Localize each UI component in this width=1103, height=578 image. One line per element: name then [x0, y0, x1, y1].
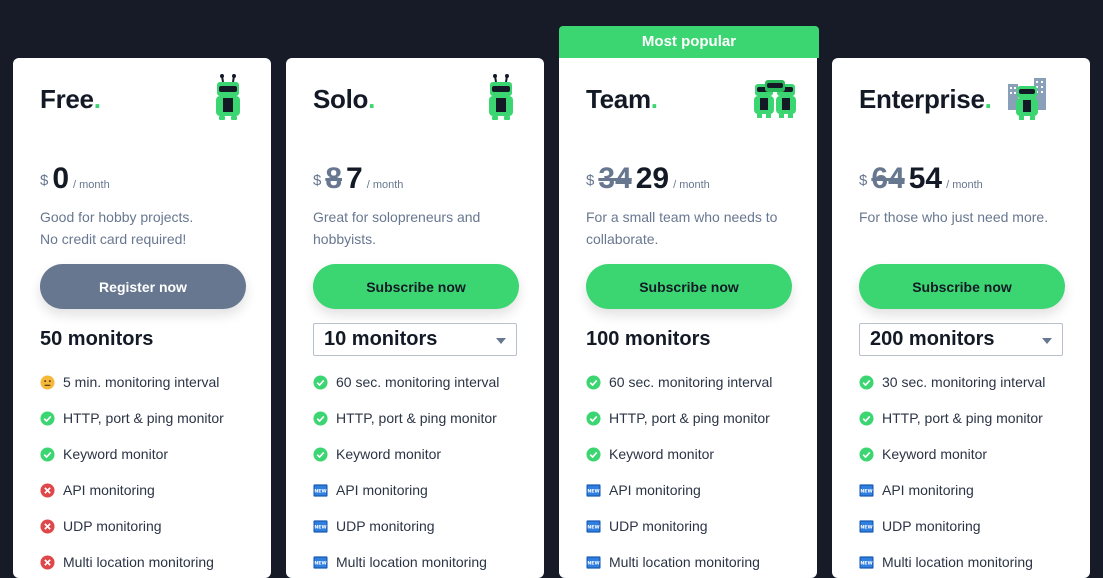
- monitors-select[interactable]: 10 monitors: [313, 323, 517, 356]
- list-item: NEW Multi location monitoring: [859, 554, 1033, 570]
- new-badge-icon: NEW: [859, 519, 874, 534]
- old-price: 8: [325, 162, 343, 195]
- list-item: HTTP, port & ping monitor: [40, 400, 224, 436]
- monitors-count: 50 monitors: [40, 328, 154, 350]
- plan-title: Solo.: [313, 84, 376, 114]
- list-item: API monitoring: [40, 472, 224, 508]
- check-icon: [313, 446, 328, 462]
- check-icon: [40, 446, 55, 462]
- subscribe-button[interactable]: Subscribe now: [859, 264, 1065, 309]
- register-button[interactable]: Register now: [40, 264, 246, 309]
- plan-title: Free.: [40, 84, 101, 114]
- robot-enterprise-icon: [1006, 74, 1048, 122]
- check-icon: [859, 446, 874, 462]
- plan-description: For those who just need more.: [859, 209, 1049, 225]
- check-icon: [859, 410, 874, 426]
- list-item: 5 min. monitoring interval: [40, 364, 224, 400]
- cross-icon: [40, 518, 55, 534]
- price: $0/ month: [40, 162, 110, 195]
- list-item: 60 sec. monitoring interval: [313, 364, 499, 400]
- svg-text:NEW: NEW: [314, 488, 326, 494]
- list-item: NEW Multi location monitoring: [313, 554, 487, 570]
- neutral-face-icon: [40, 374, 55, 390]
- list-item: UDP monitoring: [40, 508, 224, 544]
- svg-text:NEW: NEW: [314, 524, 326, 530]
- plan-card-team: Team. $34 29/ month For a small team who …: [559, 58, 817, 578]
- plan-title: Enterprise.: [859, 84, 992, 114]
- feature-list: 5 min. monitoring interval HTTP, port & …: [40, 364, 224, 578]
- list-item: NEW API monitoring: [313, 482, 428, 498]
- cross-icon: [40, 482, 55, 498]
- price: $8 7/ month: [313, 162, 404, 195]
- list-item: NEW API monitoring: [859, 482, 974, 498]
- svg-text:NEW: NEW: [860, 524, 872, 530]
- list-item: Keyword monitor: [586, 436, 772, 472]
- robot-icon: [211, 74, 245, 122]
- check-icon: [313, 410, 328, 426]
- list-item: HTTP, port & ping monitor: [586, 400, 772, 436]
- price: $64 54/ month: [859, 162, 983, 195]
- svg-text:NEW: NEW: [860, 488, 872, 494]
- check-icon: [313, 374, 328, 390]
- new-badge-icon: NEW: [586, 519, 601, 534]
- plan-card-solo: Solo. $8 7/ month Great for solopreneurs …: [286, 58, 544, 578]
- feature-list: 60 sec. monitoring interval HTTP, port &…: [313, 364, 499, 578]
- list-item: HTTP, port & ping monitor: [859, 400, 1045, 436]
- check-icon: [586, 374, 601, 390]
- plan-card-enterprise: Enterprise. $64 54/ month For those who j…: [832, 58, 1090, 578]
- list-item: 30 sec. monitoring interval: [859, 364, 1045, 400]
- plan-title: Team.: [586, 84, 658, 114]
- svg-text:NEW: NEW: [587, 560, 599, 566]
- svg-text:NEW: NEW: [587, 524, 599, 530]
- new-badge-icon: NEW: [586, 483, 601, 498]
- monitors-select[interactable]: 200 monitors: [859, 323, 1063, 356]
- robot-icon: [484, 74, 518, 122]
- caret-down-icon: [496, 338, 506, 344]
- plan-description: Good for hobby projects. No credit card …: [40, 209, 194, 247]
- subscribe-button[interactable]: Subscribe now: [586, 264, 792, 309]
- old-price: 64: [871, 162, 905, 195]
- plan-description: Great for solopreneurs and hobbyists.: [313, 209, 481, 247]
- new-badge-icon: NEW: [313, 519, 328, 534]
- new-badge-icon: NEW: [859, 483, 874, 498]
- new-badge-icon: NEW: [313, 483, 328, 498]
- svg-text:NEW: NEW: [314, 560, 326, 566]
- check-icon: [40, 410, 55, 426]
- list-item: NEW UDP monitoring: [586, 518, 708, 534]
- check-icon: [859, 374, 874, 390]
- plan-description: For a small team who needs to collaborat…: [586, 209, 778, 247]
- caret-down-icon: [1042, 338, 1052, 344]
- list-item: NEW UDP monitoring: [859, 518, 981, 534]
- old-price: 34: [598, 162, 632, 195]
- subscribe-button[interactable]: Subscribe now: [313, 264, 519, 309]
- list-item: Keyword monitor: [859, 436, 1045, 472]
- list-item: NEW Multi location monitoring: [586, 554, 760, 570]
- plan-card-free: Free. $0/ month Good for hobby projects.…: [13, 58, 271, 578]
- list-item: HTTP, port & ping monitor: [313, 400, 499, 436]
- list-item: 60 sec. monitoring interval: [586, 364, 772, 400]
- monitors-count: 100 monitors: [586, 328, 711, 350]
- feature-list: 60 sec. monitoring interval HTTP, port &…: [586, 364, 772, 578]
- most-popular-badge: Most popular: [559, 26, 819, 58]
- robot-team-icon: [753, 74, 797, 122]
- list-item: Multi location monitoring: [40, 544, 224, 578]
- list-item: Keyword monitor: [40, 436, 224, 472]
- svg-text:NEW: NEW: [587, 488, 599, 494]
- svg-text:NEW: NEW: [860, 560, 872, 566]
- feature-list: 30 sec. monitoring interval HTTP, port &…: [859, 364, 1045, 578]
- list-item: Keyword monitor: [313, 436, 499, 472]
- list-item: NEW UDP monitoring: [313, 518, 435, 534]
- list-item: NEW API monitoring: [586, 482, 701, 498]
- check-icon: [586, 446, 601, 462]
- check-icon: [586, 410, 601, 426]
- price: $34 29/ month: [586, 162, 710, 195]
